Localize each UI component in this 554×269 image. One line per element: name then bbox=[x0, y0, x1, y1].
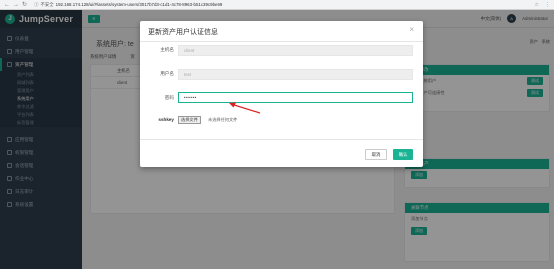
hostname-label: 主机名 bbox=[160, 47, 174, 52]
choose-file-button[interactable]: 选择文件 bbox=[178, 116, 201, 124]
reload-icon[interactable]: ↻ bbox=[22, 2, 27, 8]
close-icon[interactable]: × bbox=[409, 26, 414, 34]
cancel-button[interactable]: 取消 bbox=[365, 149, 387, 160]
hostname-field: client bbox=[178, 45, 413, 56]
file-status: 未选择任何文件 bbox=[208, 117, 238, 122]
password-field[interactable]: •••••• bbox=[178, 92, 413, 103]
update-auth-dialog: 更新资产用户认证信息 × 主机名 client 用户名 test 密码 ••••… bbox=[140, 21, 423, 167]
confirm-button[interactable]: 确认 bbox=[393, 149, 413, 160]
address-bar[interactable]: ⓘ 不安全 192.168.174.128/ui/#/assets/system… bbox=[34, 2, 222, 8]
password-label: 密码 bbox=[164, 95, 174, 100]
insecure-icon: ⓘ bbox=[34, 1, 39, 7]
forward-icon[interactable]: → bbox=[13, 2, 19, 8]
url-text: 192.168.174.128/ui/#/assets/system-users… bbox=[55, 2, 223, 7]
sshkey-label: sshkey bbox=[158, 117, 174, 122]
username-label: 用户名 bbox=[160, 71, 174, 76]
menu-dots-icon[interactable]: ⋮ bbox=[545, 2, 550, 8]
dialog-title: 更新资产用户认证信息 bbox=[148, 29, 218, 36]
back-icon[interactable]: ← bbox=[4, 2, 10, 8]
star-icon[interactable]: ☆ bbox=[535, 2, 539, 8]
divider bbox=[140, 139, 423, 140]
insecure-label: 不安全 bbox=[40, 1, 54, 7]
browser-toolbar: ← → ↻ ⓘ 不安全 192.168.174.128/ui/#/assets/… bbox=[0, 0, 554, 10]
divider bbox=[140, 41, 423, 42]
username-field: test bbox=[178, 69, 413, 80]
